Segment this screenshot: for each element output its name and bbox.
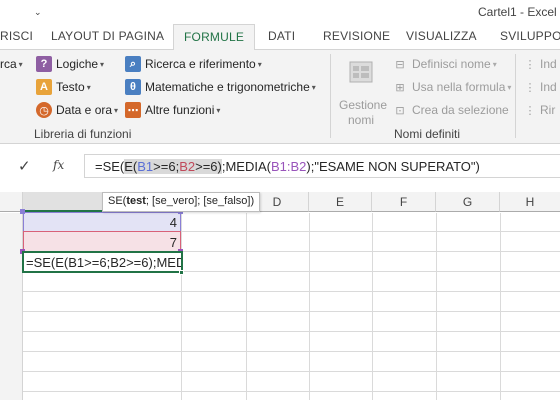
tab-revisione[interactable]: REVISIONE <box>323 29 390 43</box>
worksheet-grid[interactable]: D E F G H 4 7 =SE(E(B1>=6;B2>=6);MEDI <box>0 186 560 400</box>
column-header-f[interactable]: F <box>372 192 436 212</box>
ribbon-separator <box>515 54 516 138</box>
gridline <box>23 371 560 372</box>
column-header-e[interactable]: E <box>309 192 372 212</box>
tab-visualizza[interactable]: VISUALIZZA <box>406 29 477 43</box>
name-box[interactable] <box>0 152 6 176</box>
usa-nella-formula-button[interactable]: ⊞ Usa nella formula ▾ <box>392 77 511 97</box>
gridline <box>23 291 560 292</box>
gridline <box>181 213 182 400</box>
use-in-formula-icon: ⊞ <box>395 81 405 94</box>
formula-ref-b2: B2 <box>179 159 196 174</box>
gridline <box>372 213 373 400</box>
matematiche-button[interactable]: θ Matematiche e trigonometriche ▾ <box>125 77 316 97</box>
tab-layout-di-pagina[interactable]: LAYOUT DI PAGINA <box>51 29 164 43</box>
formula-input[interactable]: =SE(E(B1>=6;B2>=6);MEDIA(B1:B2);"ESAME N… <box>84 154 560 178</box>
name-manager-icon <box>349 61 373 83</box>
clock-icon: ◷ <box>36 102 52 118</box>
ribbon-item-cut[interactable]: rca ▾ <box>0 54 23 74</box>
tab-sviluppo[interactable]: SVILUPPO <box>500 29 560 43</box>
column-header-h[interactable]: H <box>500 192 560 212</box>
question-icon: ? <box>36 56 52 72</box>
enter-check-icon[interactable]: ✓ <box>18 157 31 175</box>
gridline <box>23 351 560 352</box>
range-handle[interactable] <box>20 209 25 214</box>
formula-ref-b1: B1 <box>137 159 154 174</box>
magnifier-icon: ⌕ <box>125 56 141 72</box>
dropdown-arrow-icon: ▾ <box>492 59 497 69</box>
fill-handle[interactable] <box>179 270 184 275</box>
ribbon-formule: rca ▾ ? Logiche ▾ A Testo ▾ ◷ Data e ora… <box>0 50 560 144</box>
ribbon-separator <box>330 54 331 138</box>
title-bar: ⌄ Cartel1 - Excel <box>0 0 560 24</box>
tab-dati[interactable]: DATI <box>268 29 295 43</box>
dropdown-arrow-icon: ▾ <box>257 59 262 69</box>
cell-b3-editing[interactable]: =SE(E(B1>=6;B2>=6);MEDI <box>22 251 183 273</box>
ribbon-tabs: RISCI LAYOUT DI PAGINA FORMULE DATI REVI… <box>0 24 560 51</box>
quick-access-dropdown-icon[interactable]: ⌄ <box>34 7 42 18</box>
cell-b2[interactable]: 7 <box>23 231 181 252</box>
group-label-nomi-definiti: Nomi definiti <box>394 127 461 141</box>
gridline <box>23 331 560 332</box>
gridline <box>500 213 501 400</box>
create-from-selection-icon: ⊡ <box>395 104 405 117</box>
altre-funzioni-button[interactable]: ⋯ Altre funzioni ▾ <box>125 100 220 120</box>
dropdown-arrow-icon: ▾ <box>507 82 512 92</box>
trace-precedents-icon: ⋮ <box>524 58 536 71</box>
cell-b1[interactable]: 4 <box>23 212 181 232</box>
definisci-nome-button[interactable]: ⊟ Definisci nome ▾ <box>392 54 497 74</box>
dropdown-arrow-icon: ▾ <box>311 82 316 92</box>
data-e-ora-button[interactable]: ◷ Data e ora ▾ <box>36 100 118 120</box>
tab-inserisci[interactable]: RISCI <box>0 29 33 43</box>
gridline <box>246 213 247 400</box>
gestione-nomi-button[interactable]: Gestione nomi <box>337 56 387 127</box>
ricerca-riferimento-button[interactable]: ⌕ Ricerca e riferimento ▾ <box>125 54 262 74</box>
dropdown-arrow-icon: ▾ <box>114 105 119 115</box>
testo-button[interactable]: A Testo ▾ <box>36 77 91 97</box>
gridline <box>23 311 560 312</box>
dropdown-arrow-icon: ▾ <box>100 59 105 69</box>
row-header-gutter[interactable] <box>0 213 23 400</box>
individua-dipendenti-button[interactable]: ⋮ Ind <box>524 77 557 97</box>
theta-icon: θ <box>125 79 141 95</box>
trace-dependents-icon: ⋮ <box>524 81 536 94</box>
dropdown-arrow-icon: ▾ <box>216 105 221 115</box>
insert-function-icon[interactable]: fx <box>53 158 64 172</box>
tag-icon: ⊟ <box>395 58 405 71</box>
more-functions-icon: ⋯ <box>125 102 141 118</box>
dropdown-arrow-icon: ▾ <box>18 59 23 69</box>
rimuovi-frecce-button[interactable]: ⋮ Rir <box>524 100 556 120</box>
gridline <box>436 213 437 400</box>
window-title: Cartel1 - Excel <box>478 5 557 19</box>
gridline <box>309 213 310 400</box>
group-label-libreria: Libreria di funzioni <box>34 127 132 141</box>
text-a-icon: A <box>36 79 52 95</box>
column-header-g[interactable]: G <box>436 192 500 212</box>
dropdown-arrow-icon: ▾ <box>86 82 91 92</box>
individua-precedenti-button[interactable]: ⋮ Ind <box>524 54 557 74</box>
logiche-button[interactable]: ? Logiche ▾ <box>36 54 104 74</box>
formula-ref-range: B1:B2 <box>270 159 307 174</box>
remove-arrows-icon: ⋮ <box>524 104 536 117</box>
function-argument-tooltip: SE(test; [se_vero]; [se_falso]) <box>102 192 261 212</box>
formula-bar: ✓ fx =SE(E(B1>=6;B2>=6);MEDIA(B1:B2);"ES… <box>0 144 560 186</box>
crea-da-selezione-button[interactable]: ⊡ Crea da selezione <box>392 100 508 120</box>
tab-formule[interactable]: FORMULE <box>173 24 256 51</box>
gridline <box>23 391 560 392</box>
